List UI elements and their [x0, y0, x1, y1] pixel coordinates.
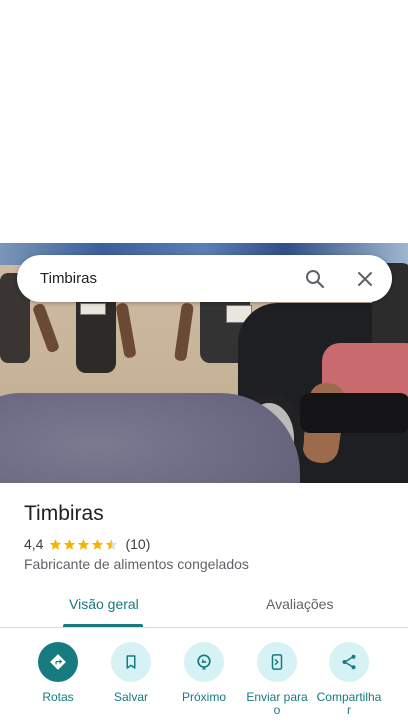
blank-area	[0, 0, 408, 243]
nearby-icon	[184, 642, 224, 682]
star-half-icon	[106, 538, 118, 550]
directions-icon	[38, 642, 78, 682]
nearby-label: Próximo	[181, 690, 226, 704]
directions-button[interactable]: Rotas	[18, 640, 98, 704]
star-icon	[64, 538, 76, 550]
tab-bar: Visão geral Avaliações	[0, 587, 408, 627]
photo-blur	[0, 393, 300, 483]
photo-person	[31, 302, 61, 354]
photo-motorcycle	[300, 393, 408, 433]
photo-person	[174, 302, 194, 362]
send-to-phone-button[interactable]: Enviar para o	[237, 640, 317, 717]
share-icon	[329, 642, 369, 682]
nearby-button[interactable]: Próximo	[164, 640, 244, 704]
star-icon	[78, 538, 90, 550]
share-label: Compartilhar	[316, 690, 382, 717]
photo-plate	[80, 303, 106, 315]
rating-value: 4,4	[24, 536, 44, 552]
star-icon	[92, 538, 104, 550]
search-icon[interactable]	[303, 267, 327, 291]
send-to-phone-icon	[257, 642, 297, 682]
photo-person	[115, 302, 137, 359]
tab-overview[interactable]: Visão geral	[69, 596, 139, 612]
share-button[interactable]: Compartilhar	[309, 640, 389, 717]
divider	[0, 627, 408, 628]
star-icon	[50, 538, 62, 550]
directions-label: Rotas	[42, 690, 74, 704]
close-icon[interactable]	[353, 267, 377, 291]
send-to-phone-label: Enviar para o	[246, 690, 308, 717]
rating-row[interactable]: 4,4 (10)	[24, 535, 150, 553]
place-title: Timbiras	[24, 502, 104, 525]
bookmark-icon	[111, 642, 151, 682]
tab-reviews[interactable]: Avaliações	[266, 596, 333, 612]
star-rating	[49, 538, 119, 551]
review-count[interactable]: (10)	[125, 536, 150, 552]
place-category: Fabricante de alimentos congelados	[24, 556, 249, 572]
save-button[interactable]: Salvar	[91, 640, 171, 704]
save-label: Salvar	[113, 690, 148, 704]
action-bar: Rotas Salvar Próximo Enviar para o Compa…	[0, 640, 408, 726]
search-bar[interactable]: Timbiras	[17, 255, 392, 302]
search-input[interactable]: Timbiras	[40, 270, 97, 287]
